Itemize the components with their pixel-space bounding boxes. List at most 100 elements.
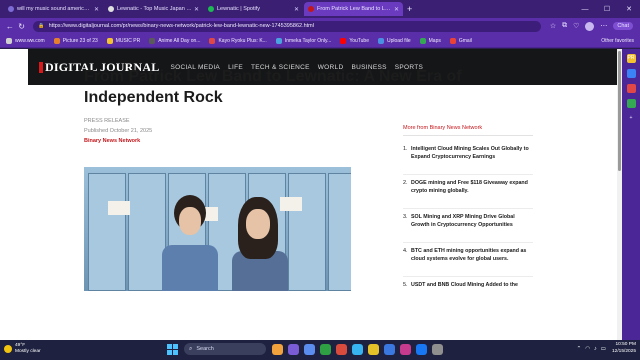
list-item-link[interactable]: BTC and ETH mining opportunities expand … (411, 248, 533, 263)
taskbar-app-icon[interactable] (368, 343, 379, 355)
back-icon[interactable]: ← (4, 22, 16, 31)
list-item-link[interactable]: USDT and BNB Cloud Mining Added to the (411, 282, 518, 290)
address-bar-row: ← ↻ 🔒 https://www.digitaljournal.com/pr/… (0, 18, 640, 34)
other-favorites[interactable]: Other favorites (601, 38, 634, 44)
volume-icon[interactable]: ♪ (594, 346, 597, 352)
weather-icon (4, 345, 12, 353)
weather-desc: Mostly clear (15, 349, 41, 354)
bookmark-item[interactable]: Upload file (377, 37, 411, 44)
bookmark-item[interactable]: Inmeka Taylor Only... (275, 37, 332, 44)
extension-icon[interactable] (626, 69, 636, 78)
list-item-number: 4. (403, 248, 408, 254)
bookmark-item[interactable]: YouTube (340, 37, 369, 44)
scrollbar-thumb[interactable] (618, 51, 621, 171)
extension-icon[interactable] (626, 84, 636, 93)
battery-icon[interactable]: ▭ (601, 346, 606, 352)
refresh-icon[interactable]: ↻ (16, 22, 28, 31)
bookmark-label: Picture 23 of 23 (62, 37, 98, 44)
extensions-icon[interactable]: ⧉ (562, 22, 567, 30)
bookmark-label: Upload file (386, 37, 411, 44)
taskbar-app-icon[interactable] (416, 343, 427, 355)
bookmark-item[interactable]: Maps (419, 37, 441, 44)
bookmark-icon (377, 37, 384, 44)
address-bar[interactable]: 🔒 https://www.digitaljournal.com/pr/news… (33, 20, 541, 32)
taskbar-app-icon[interactable] (400, 343, 411, 355)
list-item[interactable]: 5. USDT and BNB Cloud Mining Added to the (403, 282, 533, 303)
photo-locker (88, 173, 126, 291)
close-icon[interactable]: ✕ (394, 6, 399, 13)
list-item-link[interactable]: DOGE mining and Free $118 Giveaway expan… (411, 180, 533, 195)
list-item-link[interactable]: SOL Mining and XRP Mining Drive Global G… (411, 214, 533, 229)
start-icon[interactable] (167, 343, 178, 355)
logo-mark (39, 61, 43, 73)
favorites-icon[interactable]: ♡ (573, 22, 579, 30)
extension-icon[interactable] (626, 99, 636, 108)
taskbar-app-icon[interactable] (320, 343, 331, 355)
clock-date: 12/15/2025 (611, 348, 636, 354)
url-text: https://www.digitaljournal.com/pr/news/b… (48, 23, 314, 29)
tab-2[interactable]: Lewnatic | Spotify ✕ (204, 2, 303, 16)
list-item-number: 3. (403, 214, 408, 220)
taskbar-app-icon[interactable] (272, 343, 283, 355)
weather-widget[interactable]: 49°F Mostly clear (4, 343, 41, 355)
list-item[interactable]: 1. Intelligent Cloud Mining Scales Out Gl… (403, 146, 533, 175)
close-icon[interactable]: ✕ (94, 6, 99, 13)
tab-3[interactable]: From Patrick Lew Band to Lewnatic ✕ (304, 2, 403, 16)
taskbar-app-icon[interactable] (384, 343, 395, 355)
bookmark-label: Anime All Day on... (158, 37, 201, 44)
sidebar-heading[interactable]: More from Binary News Network (403, 125, 482, 131)
taskbar-app-icon[interactable] (432, 343, 443, 355)
chevron-up-icon[interactable]: ⌃ (577, 346, 582, 352)
tab-1[interactable]: Lewnatic - Top Music Japan - Artist ✕ (104, 2, 203, 16)
tab-0[interactable]: will my music sound american? ✕ (4, 2, 103, 16)
close-window-icon[interactable]: ✕ (618, 5, 640, 13)
maximize-icon[interactable]: ☐ (596, 5, 618, 13)
tab-label: Lewnatic | Spotify (217, 6, 261, 12)
minimize-icon[interactable]: — (574, 6, 596, 13)
bookmark-icon (275, 37, 282, 44)
close-icon[interactable]: ✕ (294, 6, 299, 13)
bookmark-item[interactable]: MUSIC PR (106, 37, 141, 44)
list-item[interactable]: 4. BTC and ETH mining opportunities expan… (403, 248, 533, 277)
photo-sign (280, 197, 302, 211)
taskbar-app-icon[interactable] (288, 343, 299, 355)
taskbar-app-icon[interactable] (352, 343, 363, 355)
taskbar-app-icon[interactable] (336, 343, 347, 355)
photo-locker (328, 173, 351, 291)
article-hero-image (84, 167, 351, 291)
bookmark-label: Inmeka Taylor Only... (284, 37, 332, 44)
bookmark-item[interactable]: www.ww.com (6, 37, 45, 44)
bookmark-item[interactable]: Anime All Day on... (149, 37, 201, 44)
article-source-link[interactable]: Binary News Network (84, 138, 140, 144)
bookmark-icon (53, 37, 60, 44)
photo-person-right-face (246, 209, 270, 239)
weather-text: 49°F Mostly clear (15, 343, 41, 355)
chat-button[interactable]: Chat (613, 22, 633, 30)
bookmark-item[interactable]: Gmail (449, 37, 472, 44)
extension-icon[interactable]: PR (626, 54, 636, 63)
list-item[interactable]: 2. DOGE mining and Free $118 Giveaway exp… (403, 180, 533, 209)
browser-sidebar: PR + (622, 49, 640, 340)
new-tab-icon[interactable]: + (407, 4, 412, 14)
add-icon[interactable]: + (627, 114, 636, 123)
bookmark-item[interactable]: Kayo Ryoku Plus: K... (209, 37, 267, 44)
bookmark-icon (149, 37, 156, 44)
taskbar-app-icon[interactable] (304, 343, 315, 355)
window-controls: — ☐ ✕ (574, 0, 640, 18)
star-icon[interactable]: ☆ (550, 22, 556, 30)
taskbar-search[interactable]: ⌕ Search (184, 343, 266, 355)
list-item[interactable]: 3. SOL Mining and XRP Mining Drive Global… (403, 214, 533, 243)
list-item-number: 2. (403, 180, 408, 186)
bookmark-item[interactable]: Picture 23 of 23 (53, 37, 98, 44)
avatar[interactable] (585, 21, 595, 31)
taskbar-center: ⌕ Search (167, 343, 448, 355)
list-item-number: 5. (403, 282, 408, 288)
wifi-icon[interactable]: ◠ (585, 346, 590, 352)
list-item-link[interactable]: Intelligent Cloud Mining Scales Out Glob… (411, 146, 533, 161)
tab-label: Lewnatic - Top Music Japan - Artist (117, 6, 192, 12)
more-icon[interactable]: ⋯ (600, 22, 607, 30)
clock[interactable]: 10:50 PM 12/15/2025 (612, 342, 636, 355)
close-icon[interactable]: ✕ (194, 6, 199, 13)
sidebar-list: 1. Intelligent Cloud Mining Scales Out Gl… (403, 146, 533, 308)
bookmark-label: MUSIC PR (115, 37, 141, 44)
